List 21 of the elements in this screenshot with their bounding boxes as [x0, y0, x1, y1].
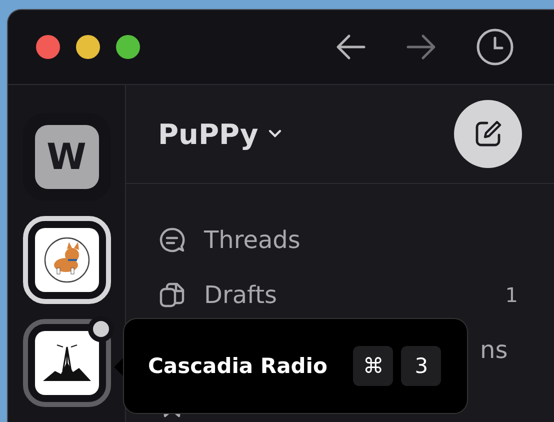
shortcut-key: 3: [401, 346, 442, 386]
zoom-button[interactable]: [116, 35, 140, 59]
back-arrow-icon[interactable]: [336, 34, 366, 60]
item-count: 1: [505, 282, 518, 306]
drafts-icon: [158, 280, 186, 308]
workspace-icon[interactable]: W: [22, 113, 110, 201]
nav-item[interactable]: ns: [480, 336, 508, 364]
nav-item[interactable]: Threads: [204, 226, 300, 254]
close-button[interactable]: [36, 35, 60, 59]
compose-icon: [473, 119, 504, 149]
workspace-icon[interactable]: [22, 319, 110, 407]
shortcut-key: ⌘: [353, 346, 394, 386]
history-clock-icon[interactable]: [476, 28, 514, 66]
tooltip-title: Cascadia Radio: [148, 354, 328, 378]
thread-icon: [158, 226, 186, 254]
nav-item[interactable]: Drafts: [204, 280, 277, 308]
workspace-name[interactable]: PuPPy: [158, 118, 258, 150]
forward-arrow-icon[interactable]: [406, 34, 436, 60]
minimize-button[interactable]: [76, 35, 100, 59]
workspace-letter: W: [34, 125, 98, 189]
chevron-down-icon[interactable]: [268, 129, 282, 139]
